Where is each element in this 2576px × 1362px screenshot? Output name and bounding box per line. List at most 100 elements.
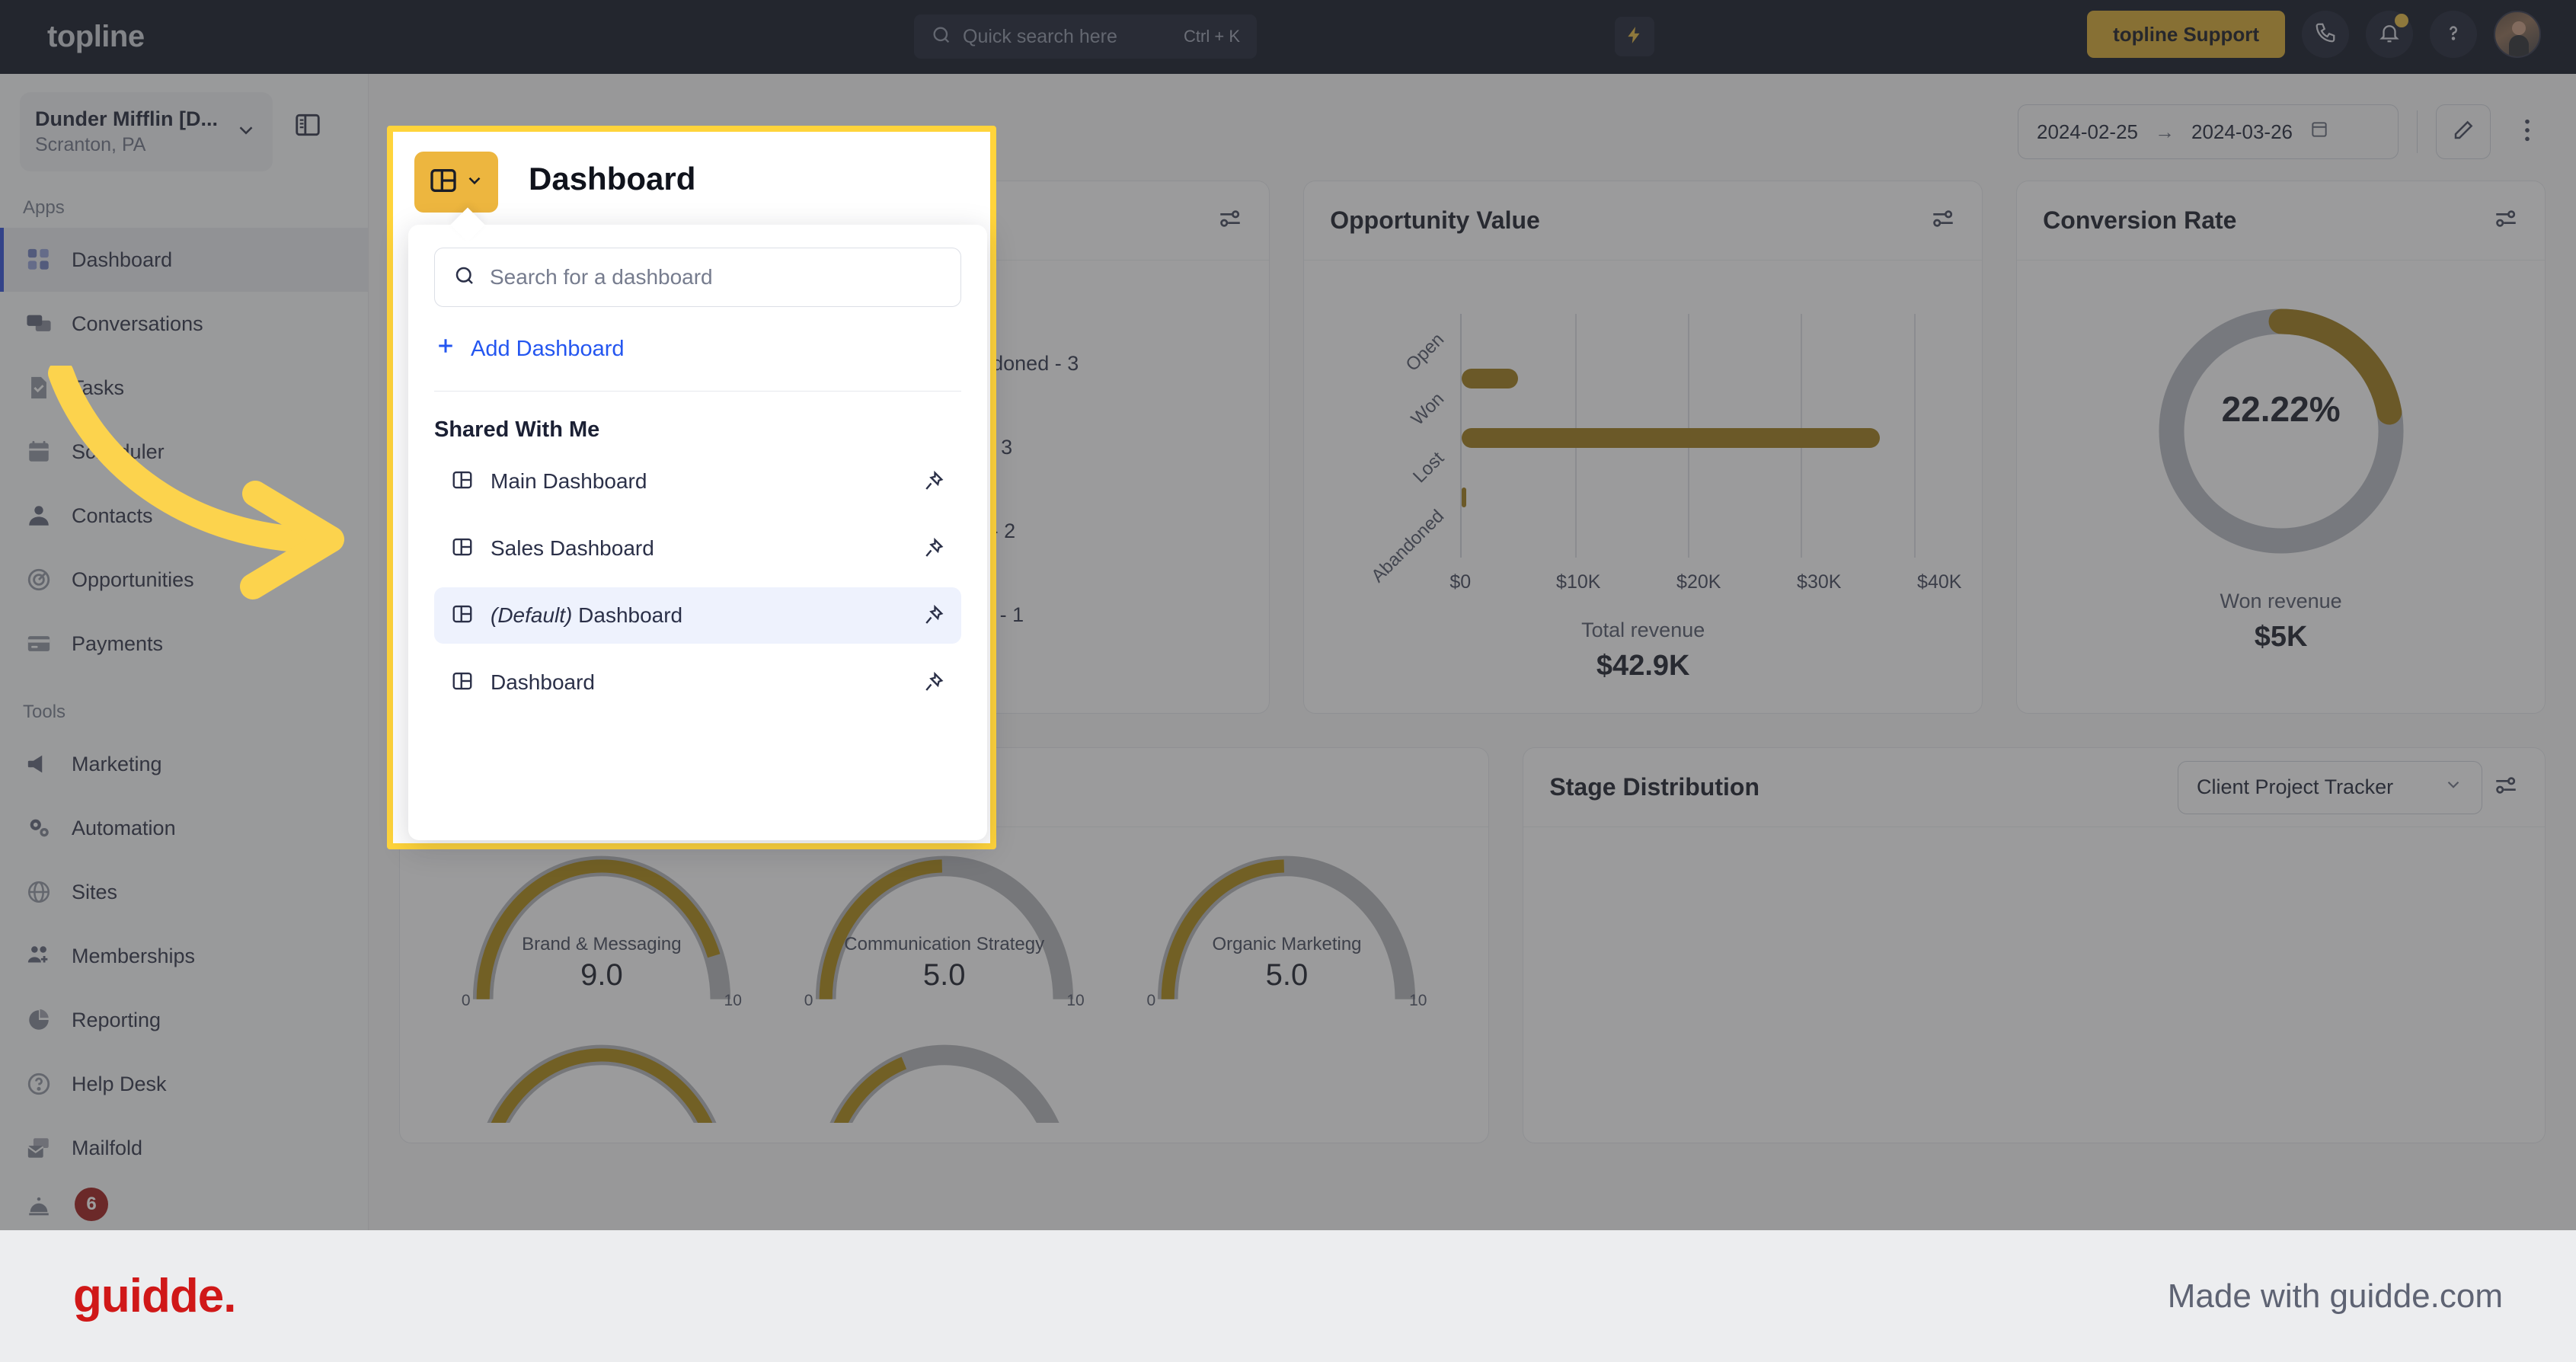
gauge-label: Organic Marketing — [1212, 934, 1362, 954]
gauge-communication-strategy: Communication Strategy 5.0 0 10 — [800, 842, 1089, 1018]
card-conversion-rate: Conversion Rate 22.22% Won revenue $5K — [2016, 181, 2546, 714]
credit-card-icon — [26, 631, 52, 657]
sidebar-item-conversations[interactable]: Conversations — [0, 292, 368, 356]
sidebar-item-mailfold[interactable]: Mailfold — [0, 1116, 368, 1180]
sidebar-item-opportunities[interactable]: Opportunities — [0, 548, 368, 612]
chevron-down-icon — [235, 119, 257, 145]
dashboard-icon — [26, 247, 52, 273]
gauge-max-label: 10 — [1409, 992, 1427, 1009]
lightning-bolt-button[interactable] — [1615, 17, 1654, 56]
sidebar-item-marketing[interactable]: Marketing — [0, 732, 368, 796]
topnav-right-cluster: topline Support — [2087, 11, 2541, 58]
plus-icon — [434, 334, 457, 363]
pin-icon[interactable] — [922, 537, 944, 560]
gauge-organic-marketing: Organic Marketing 5.0 0 10 — [1142, 842, 1431, 1018]
gauge-min-label: 0 — [461, 992, 471, 1009]
dropdown-item-label: Sales Dashboard — [491, 536, 654, 560]
gauge-value: 5.0 — [1265, 958, 1309, 992]
add-dashboard-button[interactable]: Add Dashboard — [434, 334, 961, 363]
pencil-icon — [2452, 119, 2475, 145]
dashboard-search-placeholder: Search for a dashboard — [490, 265, 713, 289]
more-vertical-icon — [2523, 117, 2531, 147]
axis-tick-label: Abandoned — [1367, 506, 1449, 587]
gauge-max-label: 10 — [724, 992, 742, 1009]
help-button[interactable] — [2430, 11, 2477, 58]
app-shell: topline Quick search here Ctrl + K topli… — [0, 0, 2576, 1230]
bar-lost — [1462, 428, 1880, 448]
sidebar-item-label: Contacts — [72, 504, 153, 527]
card-conversion-rate-header: Conversion Rate — [2017, 181, 2545, 261]
dropdown-item-main-dashboard[interactable]: Main Dashboard — [434, 453, 961, 510]
sidebar-item-scheduler[interactable]: Scheduler — [0, 420, 368, 484]
sidebar-item-memberships[interactable]: Memberships — [0, 924, 368, 988]
opportunity-value-bar-chart: Open Won Lost Abandoned $0 $10K $20K $30… — [1304, 306, 1982, 593]
sidebar-item-label: Tasks — [72, 376, 125, 399]
chevron-down-icon — [465, 171, 484, 194]
app-logo: topline — [47, 20, 145, 53]
axis-tick-label: $40K — [1917, 571, 1962, 593]
stage-select-value: Client Project Tracker — [2197, 775, 2394, 798]
card-stage-distribution-title: Stage Distribution — [1549, 773, 1759, 801]
total-revenue-label: Total revenue — [1581, 619, 1705, 641]
workspace-location: Scranton, PA — [35, 134, 146, 155]
edit-dashboard-button[interactable] — [2436, 104, 2491, 159]
dashboard-switcher-button[interactable] — [414, 152, 498, 213]
sidebar-section-tools-label: Tools — [23, 702, 66, 722]
stage-distribution-select[interactable]: Client Project Tracker — [2178, 760, 2482, 814]
settings-sliders-icon[interactable] — [2493, 206, 2519, 235]
won-revenue-value: $5K — [2254, 621, 2308, 653]
globe-icon — [26, 879, 52, 905]
card-opportunity-value: Opportunity Value Open Won Lost Abandone… — [1303, 181, 1983, 714]
card-stage-distribution: Stage Distribution Client Project Tracke… — [1523, 747, 2546, 1143]
top-navigation-bar: topline Quick search here Ctrl + K topli… — [0, 0, 2576, 74]
card-opportunity-value-header: Opportunity Value — [1304, 181, 1983, 261]
pin-icon[interactable] — [922, 671, 944, 694]
settings-sliders-icon[interactable] — [2493, 772, 2519, 802]
workspace-switcher[interactable]: Dunder Mifflin [D... Scranton, PA — [20, 92, 273, 171]
pin-icon[interactable] — [922, 470, 944, 493]
pin-icon[interactable] — [922, 604, 944, 627]
sidebar-item-label: Reporting — [72, 1008, 161, 1031]
dropdown-item-sales-dashboard[interactable]: Sales Dashboard — [434, 520, 961, 577]
gauge-value: 5.0 — [922, 958, 966, 992]
sidebar-collapse-button[interactable] — [293, 110, 322, 143]
settings-sliders-icon[interactable] — [1217, 206, 1243, 235]
sidebar-item-sites[interactable]: Sites — [0, 860, 368, 924]
people-plus-icon — [26, 943, 52, 969]
dropdown-item-dashboard[interactable]: Dashboard — [434, 654, 961, 711]
sidebar-item-dashboard[interactable]: Dashboard — [0, 228, 368, 292]
sidebar-item-payments[interactable]: Payments — [0, 612, 368, 676]
sidebar-bottom-action[interactable]: 6 — [26, 1188, 108, 1221]
dashboard-layout-icon — [451, 468, 474, 495]
dashboard-dropdown-panel: Search for a dashboard Add Dashboard Sha… — [408, 225, 987, 840]
support-button[interactable]: topline Support — [2087, 11, 2285, 58]
settings-sliders-icon[interactable] — [1930, 206, 1956, 235]
notifications-button[interactable] — [2366, 11, 2413, 58]
sidebar-item-tasks[interactable]: Tasks — [0, 356, 368, 420]
toolbar-divider — [2417, 110, 2418, 153]
dashboard-layout-icon — [451, 536, 474, 562]
phone-button[interactable] — [2302, 11, 2349, 58]
gauge-value: 9.0 — [580, 958, 623, 992]
more-options-button[interactable] — [2509, 104, 2546, 159]
mail-stack-icon — [26, 1135, 52, 1161]
search-input[interactable]: Quick search here Ctrl + K — [914, 14, 1257, 59]
dropdown-item-default-dashboard[interactable]: (Default) Dashboard — [434, 587, 961, 644]
sidebar-item-reporting[interactable]: Reporting — [0, 988, 368, 1052]
shared-with-me-label: Shared With Me — [434, 417, 600, 442]
sidebar-item-automation[interactable]: Automation — [0, 796, 368, 860]
search-shortcut: Ctrl + K — [1184, 27, 1240, 46]
notification-dot — [2395, 14, 2408, 27]
sidebar-item-contacts[interactable]: Contacts — [0, 484, 368, 548]
sidebar-item-label: Dashboard — [72, 248, 173, 271]
donut-svg — [2159, 309, 2404, 554]
sidebar-item-label: Payments — [72, 631, 164, 655]
date-range-picker[interactable]: 2024-02-25 → 2024-03-26 — [2018, 104, 2399, 159]
date-range-end: 2024-03-26 — [2191, 120, 2293, 143]
sidebar-item-label: Help Desk — [72, 1072, 167, 1095]
sidebar-item-label: Conversations — [72, 312, 203, 335]
avatar[interactable] — [2494, 11, 2541, 58]
bar-won — [1462, 369, 1519, 388]
sidebar-item-help-desk[interactable]: Help Desk — [0, 1052, 368, 1116]
dashboard-search-input[interactable]: Search for a dashboard — [434, 248, 961, 307]
